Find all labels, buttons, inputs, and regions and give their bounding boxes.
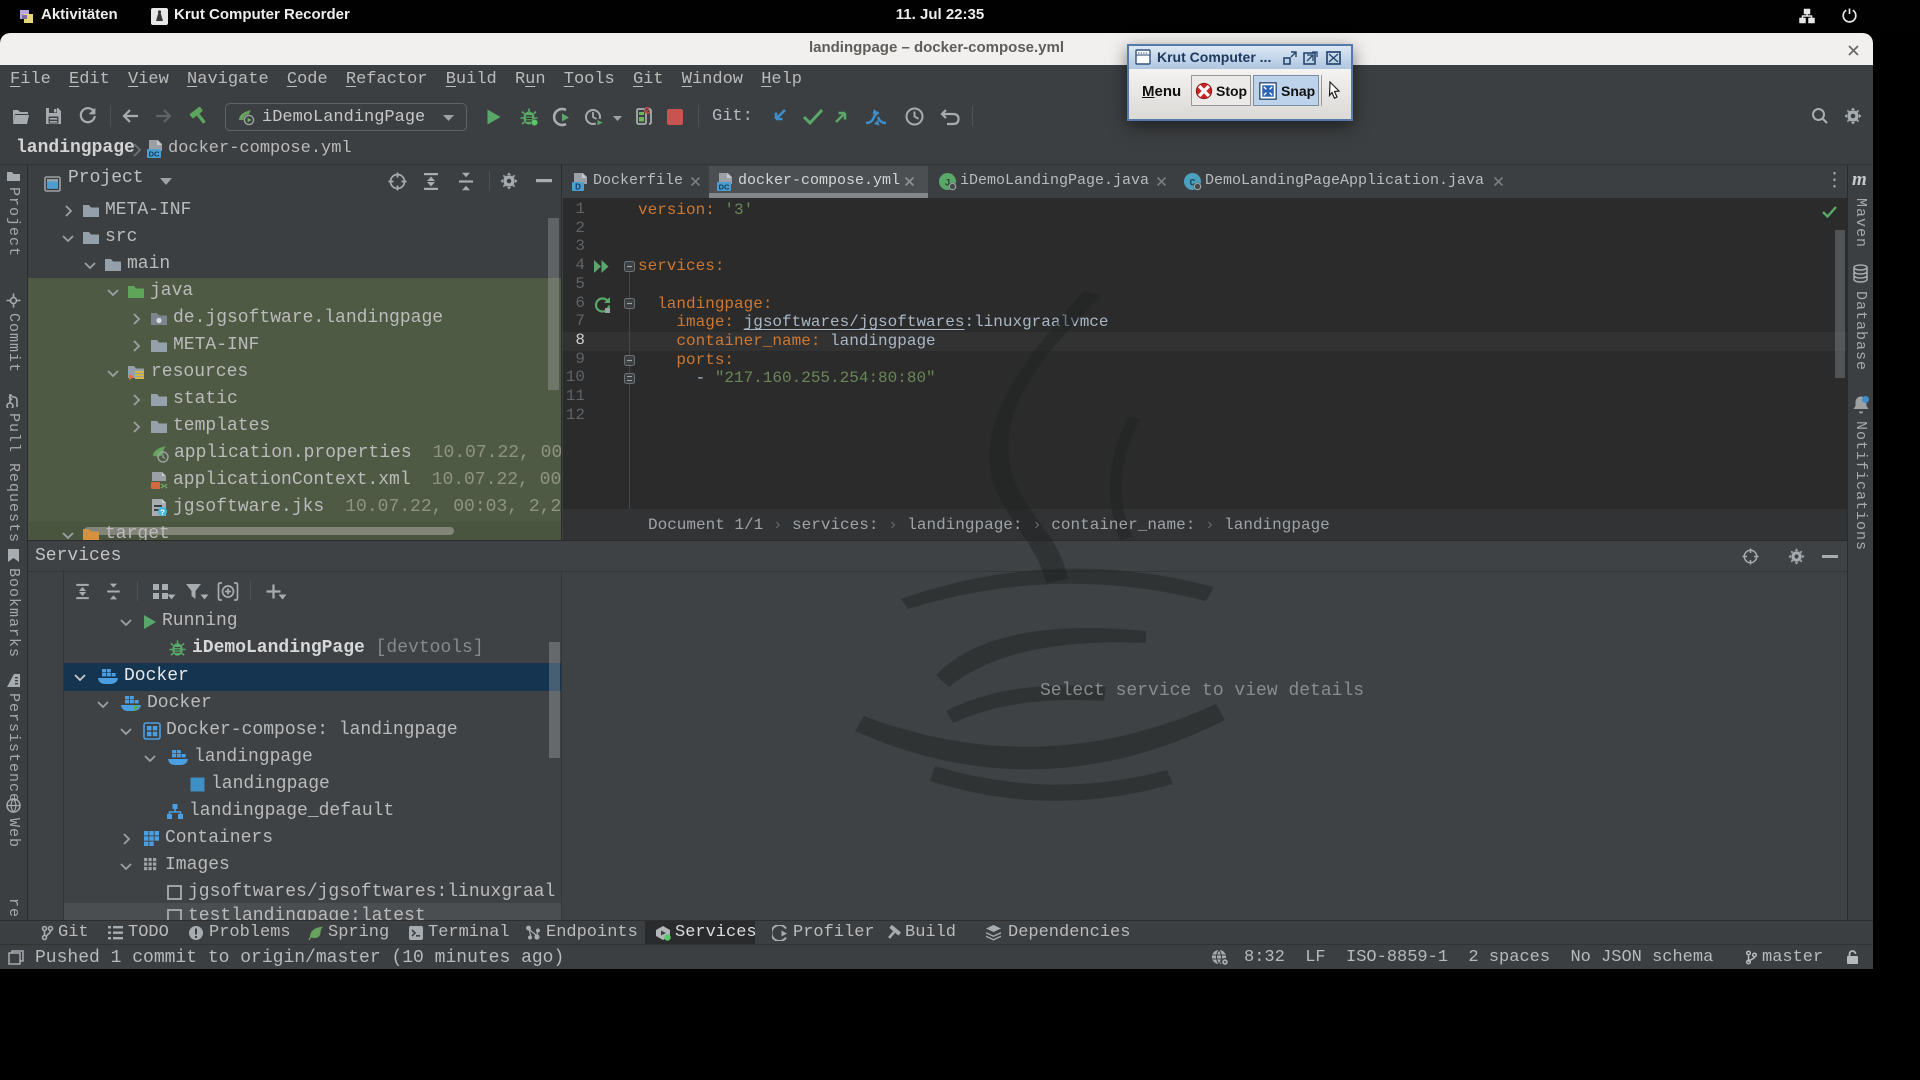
- svg-text:?: ?: [160, 509, 165, 517]
- svg-text:DC: DC: [149, 150, 160, 159]
- svg-text:D: D: [575, 183, 581, 192]
- svg-text:DC: DC: [719, 183, 730, 192]
